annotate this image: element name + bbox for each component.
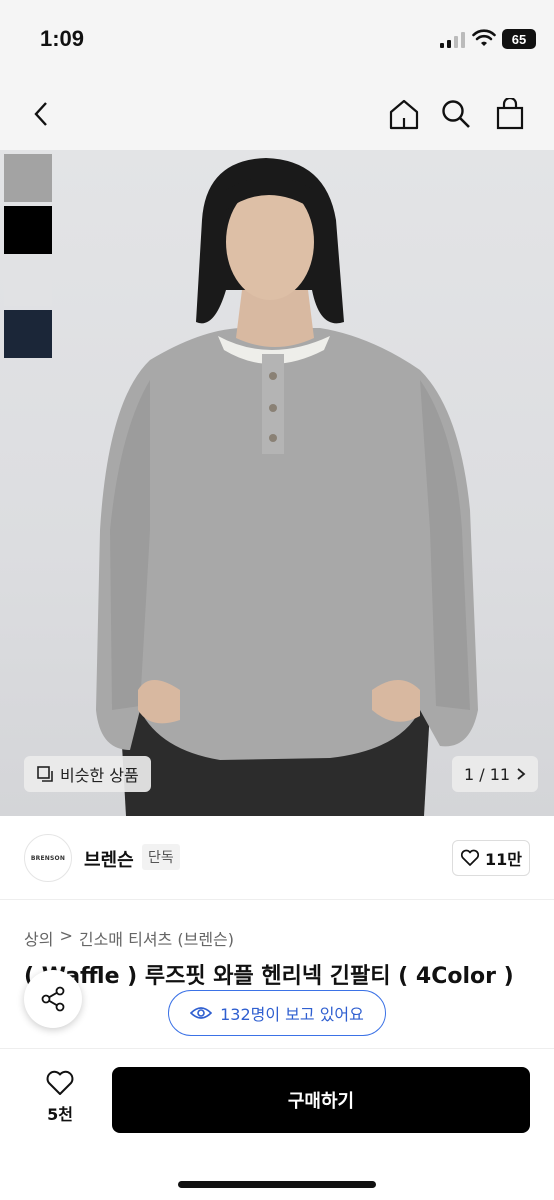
color-swatch[interactable]	[4, 154, 52, 202]
heart-icon	[460, 849, 480, 866]
eye-icon	[190, 1007, 213, 1019]
home-indicator	[178, 1181, 376, 1188]
product-title: ( Waffle ) 루즈핏 와플 헨리넥 긴팔티 ( 4Color )	[24, 964, 514, 989]
cart-button[interactable]	[490, 94, 530, 134]
breadcrumb-category[interactable]: 상의	[24, 926, 53, 950]
brand-like-button[interactable]: 11만	[452, 840, 530, 876]
brand-row: BRENSON 브렌슨 단독 11만	[0, 816, 554, 900]
similar-products-button[interactable]: 비슷한 상품	[24, 756, 151, 792]
image-pager-label: 1 / 11	[464, 764, 511, 784]
status-bar: 1:09 65	[0, 0, 554, 80]
copy-icon	[37, 766, 53, 782]
wishlist-count: 5천	[47, 1105, 73, 1124]
cellular-signal-icon	[440, 32, 465, 48]
color-swatches	[4, 154, 52, 358]
color-swatch[interactable]	[4, 206, 52, 254]
home-button[interactable]	[384, 94, 424, 134]
brand-logo-text: BRENSON	[30, 854, 66, 862]
heart-icon	[46, 1070, 74, 1095]
color-swatch[interactable]	[4, 258, 52, 306]
wifi-icon	[472, 29, 496, 46]
breadcrumb-subcategory[interactable]: 긴소매 티셔츠 (브렌슨)	[79, 926, 234, 950]
similar-products-label: 비슷한 상품	[60, 766, 139, 785]
battery-icon: 65	[502, 29, 536, 49]
status-time: 1:09	[40, 26, 85, 51]
back-button[interactable]	[22, 94, 62, 134]
image-pager[interactable]: 1 / 11	[452, 756, 539, 792]
search-button[interactable]	[436, 94, 476, 134]
breadcrumb-separator: >	[59, 926, 73, 945]
share-button[interactable]	[24, 970, 82, 1028]
model-photo	[96, 158, 478, 816]
product-image[interactable]: 비슷한 상품 1 / 11	[0, 150, 554, 816]
bottom-action-bar: 5천 구매하기	[0, 1048, 554, 1200]
chevron-right-icon	[517, 768, 526, 780]
home-icon	[389, 99, 419, 130]
wishlist-button[interactable]: 5천	[32, 1069, 88, 1125]
chevron-left-icon	[34, 102, 47, 126]
viewers-pill: 132명이 보고 있어요	[168, 990, 386, 1036]
top-nav	[0, 80, 554, 150]
shopping-bag-icon	[496, 98, 524, 130]
brand-logo[interactable]: BRENSON	[24, 834, 72, 882]
share-icon	[41, 986, 65, 1012]
brand-like-count: 11만	[485, 850, 522, 869]
buy-button[interactable]: 구매하기	[112, 1067, 530, 1133]
brand-name[interactable]: 브렌슨	[84, 846, 134, 872]
breadcrumb: 상의 > 긴소매 티셔츠 (브렌슨)	[24, 926, 234, 950]
search-icon	[442, 100, 470, 128]
color-swatch[interactable]	[4, 310, 52, 358]
exclusive-badge: 단독	[142, 844, 180, 870]
viewers-text: 132명이 보고 있어요	[220, 1005, 364, 1024]
